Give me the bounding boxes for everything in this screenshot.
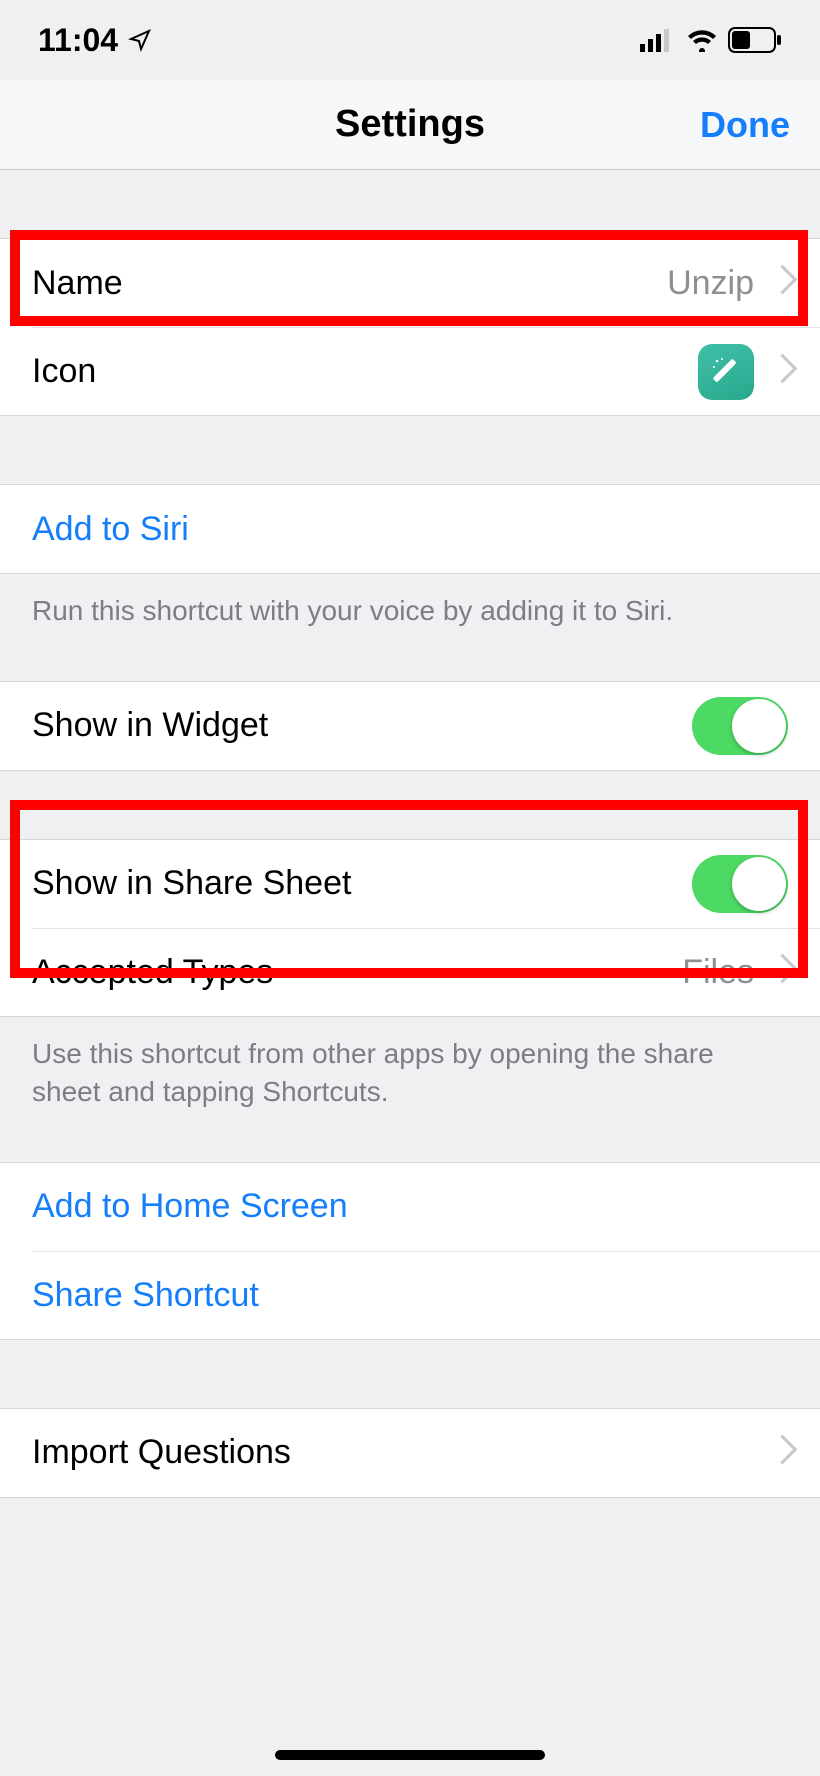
show-in-share-sheet-label: Show in Share Sheet xyxy=(32,864,351,903)
group-widget: Show in Widget xyxy=(0,681,820,771)
add-to-siri-button[interactable]: Add to Siri xyxy=(0,485,820,573)
group-share-sheet: Show in Share Sheet Accepted Types Files xyxy=(0,839,820,1017)
cellular-icon xyxy=(640,28,676,52)
icon-row[interactable]: Icon xyxy=(32,327,820,415)
group-actions: Add to Home Screen Share Shortcut xyxy=(0,1162,820,1340)
add-to-home-screen-button[interactable]: Add to Home Screen xyxy=(0,1163,820,1251)
accepted-types-value: Files xyxy=(682,953,754,992)
status-time: 11:04 xyxy=(38,22,118,59)
nav-title: Settings xyxy=(335,103,485,146)
add-to-home-screen-label: Add to Home Screen xyxy=(32,1187,348,1226)
group-siri: Add to Siri xyxy=(0,484,820,574)
import-questions-label: Import Questions xyxy=(32,1433,291,1472)
show-in-widget-toggle[interactable] xyxy=(692,697,788,755)
status-bar: 11:04 xyxy=(0,0,820,80)
name-row[interactable]: Name Unzip xyxy=(0,239,820,327)
share-shortcut-button[interactable]: Share Shortcut xyxy=(32,1251,820,1339)
name-value: Unzip xyxy=(667,264,754,303)
add-to-siri-label: Add to Siri xyxy=(32,510,189,549)
import-questions-row[interactable]: Import Questions xyxy=(0,1409,820,1497)
show-in-widget-label: Show in Widget xyxy=(32,706,268,745)
status-right xyxy=(640,27,782,53)
share-sheet-footer: Use this shortcut from other apps by ope… xyxy=(0,1017,820,1126)
nav-bar: Settings Done xyxy=(0,80,820,170)
wifi-icon xyxy=(686,28,718,52)
share-shortcut-label: Share Shortcut xyxy=(32,1276,259,1315)
chevron-right-icon xyxy=(772,358,788,386)
home-indicator[interactable] xyxy=(275,1750,545,1760)
chevron-right-icon xyxy=(772,958,788,986)
done-button[interactable]: Done xyxy=(700,104,790,146)
battery-icon xyxy=(728,27,782,53)
chevron-right-icon xyxy=(772,1439,788,1467)
group-name-icon: Name Unzip Icon xyxy=(0,238,820,416)
show-in-share-sheet-toggle[interactable] xyxy=(692,855,788,913)
status-left: 11:04 xyxy=(38,22,152,59)
icon-label: Icon xyxy=(32,352,96,391)
shortcut-icon-preview xyxy=(698,344,754,400)
chevron-right-icon xyxy=(772,269,788,297)
show-in-share-sheet-row: Show in Share Sheet xyxy=(0,840,820,928)
magic-wand-icon xyxy=(709,355,743,389)
siri-footer: Run this shortcut with your voice by add… xyxy=(0,574,820,645)
name-label: Name xyxy=(32,264,123,303)
accepted-types-label: Accepted Types xyxy=(32,953,273,992)
show-in-widget-row: Show in Widget xyxy=(0,682,820,770)
accepted-types-row[interactable]: Accepted Types Files xyxy=(32,928,820,1016)
group-import: Import Questions xyxy=(0,1408,820,1498)
location-icon xyxy=(128,28,152,52)
